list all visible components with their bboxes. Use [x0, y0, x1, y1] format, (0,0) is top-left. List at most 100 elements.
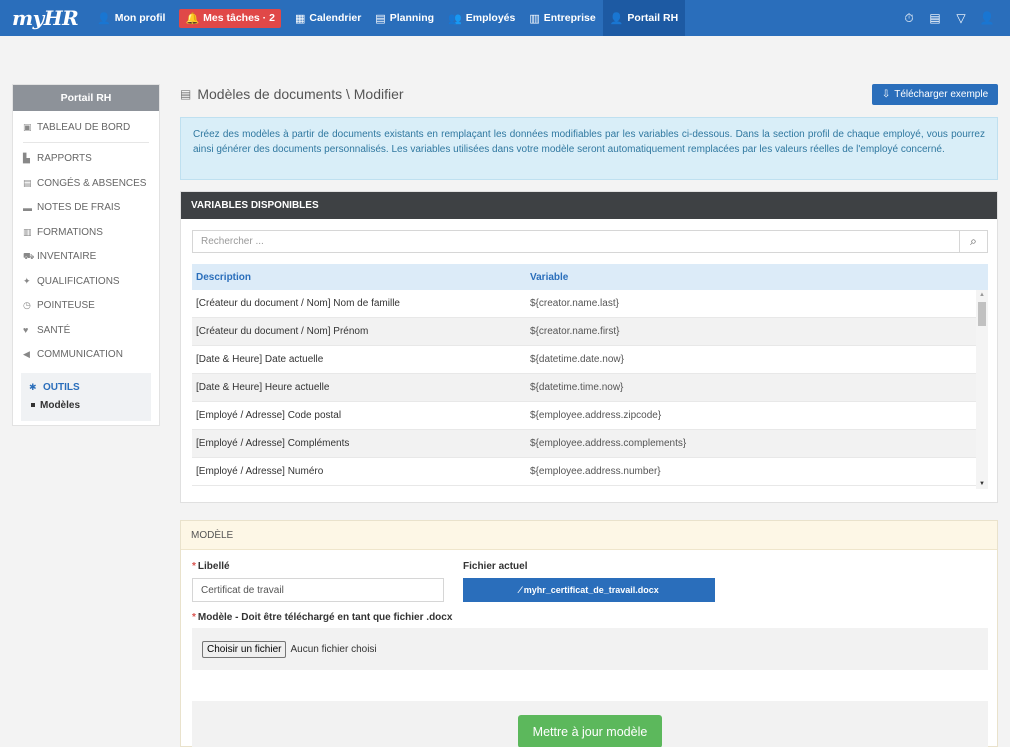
- clock-icon: ◷: [23, 300, 31, 311]
- table-row[interactable]: [Date & Heure] Heure actuelle ${datetime…: [192, 374, 976, 402]
- car-icon: ⛟: [23, 250, 35, 261]
- sidebar-item-sante[interactable]: ♥ SANTÉ: [13, 318, 159, 343]
- paperclip-icon: ⁄: [519, 585, 521, 595]
- sidebar-item-conges[interactable]: ▤ CONGÉS & ABSENCES: [13, 171, 159, 196]
- table-row[interactable]: [Date & Heure] Date actuelle ${datetime.…: [192, 346, 976, 374]
- nav-label: Planning: [389, 12, 435, 24]
- scroll-down-icon[interactable]: ▼: [979, 481, 985, 487]
- nav-label: Mes tâches · 2: [203, 12, 275, 24]
- sidebar-item-formations[interactable]: ▥ FORMATIONS: [13, 220, 159, 245]
- sidebar-item-communication[interactable]: ◀ COMMUNICATION: [13, 343, 159, 368]
- sidebar-item-outils[interactable]: ✱ OUTILS: [25, 377, 151, 397]
- upload-label-text: Modèle - Doit être téléchargé en tant qu…: [197, 612, 453, 623]
- filter-icon[interactable]: ▽: [948, 11, 974, 25]
- sidebar: Portail RH ▣ TABLEAU DE BORD ▙ RAPPORTS …: [12, 84, 160, 426]
- sidebar-item-label: POINTEUSE: [37, 300, 95, 312]
- sidebar-item-qualifications[interactable]: ✦ QUALIFICATIONS: [13, 269, 159, 294]
- cell-description: [Créateur du document / Nom] Nom de fami…: [196, 298, 400, 309]
- nav-calendrier[interactable]: ▦ Calendrier: [288, 0, 368, 36]
- nav-mon-profil[interactable]: 👤 Mon profil: [90, 0, 172, 36]
- calendar-icon: ▦: [294, 12, 306, 25]
- nav-label: Entreprise: [543, 12, 596, 24]
- sidebar-item-label: TABLEAU DE BORD: [37, 121, 131, 133]
- sidebar-subitem-modeles[interactable]: Modèles: [25, 397, 151, 413]
- cell-description: [Employé / Adresse] Compléments: [196, 438, 350, 449]
- scroll-up-icon[interactable]: ▲: [979, 292, 985, 298]
- sidebar-item-label: SANTÉ: [37, 324, 71, 336]
- libelle-input[interactable]: [192, 578, 444, 602]
- download-icon: ⇩: [881, 89, 891, 100]
- update-model-button[interactable]: Mettre à jour modèle: [518, 715, 662, 747]
- cell-variable: ${creator.name.first}: [530, 326, 620, 337]
- search-input[interactable]: [193, 231, 959, 252]
- search-bar: ⌕: [192, 230, 988, 253]
- sidebar-item-notes-de-frais[interactable]: ▬ NOTES DE FRAIS: [13, 196, 159, 221]
- required-mark: *: [192, 561, 196, 572]
- nav-portail-rh[interactable]: 👤 Portail RH: [602, 0, 686, 36]
- sidebar-item-rapports[interactable]: ▙ RAPPORTS: [13, 147, 159, 172]
- table-row[interactable]: [Employé / Adresse] Code postal ${employ…: [192, 402, 976, 430]
- search-button[interactable]: ⌕: [959, 231, 987, 252]
- sidebar-item-inventaire[interactable]: ⛟ INVENTAIRE: [13, 245, 159, 270]
- page-title-text: Modèles de documents \ Modifier: [197, 86, 404, 102]
- nav-label: Mon profil: [114, 12, 166, 24]
- nav-right-icons: ⏱ ▤ ▽ 👤: [896, 0, 1000, 36]
- clipboard-icon[interactable]: ▤: [922, 11, 948, 25]
- no-file-text: Aucun fichier choisi: [290, 643, 377, 655]
- table-row[interactable]: [Employé / Adresse] Numéro ${employee.ad…: [192, 458, 976, 486]
- nav-entreprise[interactable]: ▥ Entreprise: [522, 0, 602, 36]
- download-example-button[interactable]: ⇩ Télécharger exemple: [872, 84, 998, 105]
- download-label: Télécharger exemple: [894, 89, 989, 100]
- choose-file-button[interactable]: Choisir un fichier: [202, 640, 287, 658]
- column-header-description[interactable]: Description: [192, 272, 530, 283]
- table-row[interactable]: [Créateur du document / Nom] Prénom ${cr…: [192, 318, 976, 346]
- cell-description: [Créateur du document / Nom] Prénom: [196, 326, 369, 337]
- sidebar-item-label: OUTILS: [43, 381, 80, 393]
- table-scrollbar[interactable]: ▲ ▼: [976, 290, 988, 489]
- current-file-button[interactable]: ⁄ myhr_certificat_de_travail.docx: [463, 578, 715, 602]
- book-icon: ▥: [23, 226, 32, 237]
- nav-mes-taches[interactable]: 🔔 Mes tâches · 2: [172, 0, 288, 36]
- bullet-icon: [31, 403, 35, 407]
- cell-variable: ${employee.address.zipcode}: [530, 410, 662, 421]
- sidebar-item-label: FORMATIONS: [37, 226, 103, 238]
- alarm-icon[interactable]: ⏱: [896, 11, 922, 26]
- nav-employes[interactable]: 👥 Employés: [441, 0, 522, 36]
- search-icon: ⌕: [970, 234, 977, 248]
- model-panel: MODÈLE *Libellé Fichier actuel ⁄ myhr_ce…: [180, 520, 998, 747]
- upload-zone: Choisir un fichier Aucun fichier choisi: [192, 628, 988, 670]
- calendar-icon: ▤: [23, 177, 32, 188]
- document-icon: ▤: [180, 87, 192, 101]
- user-icon: 👤: [97, 12, 111, 25]
- bell-icon: 🔔: [185, 12, 200, 25]
- cell-variable: ${employee.address.number}: [530, 466, 661, 477]
- cell-variable: ${datetime.time.now}: [530, 382, 624, 393]
- info-alert: Créez des modèles à partir de documents …: [180, 117, 998, 180]
- cell-description: [Date & Heure] Date actuelle: [196, 354, 324, 365]
- nav-items: 👤 Mon profil 🔔 Mes tâches · 2 ▦ Calendri…: [90, 0, 686, 36]
- sidebar-item-label: RAPPORTS: [37, 153, 92, 165]
- scrollbar-thumb[interactable]: [978, 302, 986, 326]
- nav-label: Employés: [465, 12, 516, 24]
- variables-panel: VARIABLES DISPONIBLES ⌕ Description Vari…: [180, 191, 998, 503]
- building-icon: ▥: [529, 12, 540, 25]
- dashboard-icon: ▣: [23, 121, 32, 132]
- tasks-badge: 🔔 Mes tâches · 2: [179, 8, 281, 28]
- cell-variable: ${datetime.date.now}: [530, 354, 624, 365]
- sidebar-item-tableau-de-bord[interactable]: ▣ TABLEAU DE BORD: [13, 115, 159, 140]
- account-icon[interactable]: 👤: [974, 11, 1000, 25]
- table-row[interactable]: [Employé / Adresse] Compléments ${employ…: [192, 430, 976, 458]
- nav-planning[interactable]: ▤ Planning: [368, 0, 441, 36]
- brand-logo[interactable]: myHR: [0, 6, 90, 30]
- column-header-variable[interactable]: Variable: [530, 272, 988, 283]
- hr-portal-icon: 👤: [609, 12, 624, 25]
- tools-icon: ✱: [29, 381, 37, 392]
- sidebar-item-pointeuse[interactable]: ◷ POINTEUSE: [13, 294, 159, 319]
- libelle-label: * Libellé: [192, 561, 230, 572]
- table-row[interactable]: [Créateur du document / Nom] Nom de fami…: [192, 290, 976, 318]
- report-icon: ▙: [23, 153, 30, 164]
- planning-icon: ▤: [375, 12, 386, 25]
- users-icon: 👥: [448, 12, 462, 25]
- submit-zone: Mettre à jour modèle: [192, 701, 988, 747]
- sidebar-item-label: CONGÉS & ABSENCES: [37, 177, 147, 189]
